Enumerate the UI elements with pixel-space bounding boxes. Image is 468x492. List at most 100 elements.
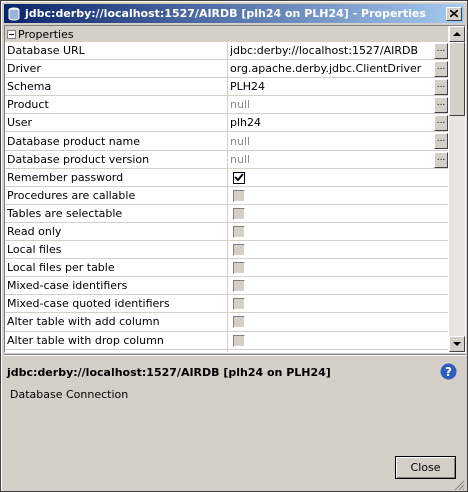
column-divider bbox=[227, 42, 228, 60]
property-name: Mixed-case identifiers bbox=[7, 279, 128, 293]
category-properties[interactable]: Properties bbox=[5, 26, 448, 42]
property-name: Local files per table bbox=[7, 261, 115, 275]
property-row[interactable]: Database URL jdbc:derby://localhost:1527/… bbox=[5, 42, 448, 61]
column-divider bbox=[227, 60, 228, 78]
property-checkbox[interactable] bbox=[233, 207, 245, 220]
column-divider bbox=[227, 78, 228, 96]
separator bbox=[4, 354, 466, 356]
column-divider bbox=[227, 204, 228, 222]
column-divider bbox=[227, 96, 228, 114]
property-row[interactable]: Local files bbox=[5, 241, 448, 260]
property-name: Remember password bbox=[7, 170, 124, 184]
property-row[interactable]: Tables are selectable bbox=[5, 204, 448, 223]
property-name: Read only bbox=[7, 224, 62, 238]
ellipsis-button[interactable]: ... bbox=[434, 115, 448, 132]
ellipsis-button[interactable]: ... bbox=[434, 151, 448, 168]
property-checkbox[interactable] bbox=[233, 316, 245, 329]
title-bar[interactable]: jdbc:derby://localhost:1527/AIRDB [plh24… bbox=[4, 4, 464, 23]
ellipsis-button[interactable]: ... bbox=[434, 43, 448, 59]
category-label: Properties bbox=[18, 27, 74, 41]
property-value[interactable]: jdbc:derby://localhost:1527/AIRDB bbox=[230, 42, 430, 59]
property-value[interactable]: null bbox=[230, 96, 430, 113]
property-name: Database product version bbox=[7, 152, 150, 166]
column-divider bbox=[227, 295, 228, 313]
column-divider bbox=[227, 114, 228, 132]
vertical-scrollbar[interactable] bbox=[449, 26, 465, 352]
column-divider bbox=[227, 331, 228, 349]
property-row[interactable]: Driver org.apache.derby.jdbc.ClientDriver… bbox=[5, 60, 448, 79]
property-value[interactable]: plh24 bbox=[230, 114, 430, 131]
ellipsis-button[interactable]: ... bbox=[434, 79, 448, 96]
column-divider bbox=[227, 241, 228, 259]
property-row[interactable]: Read only bbox=[5, 222, 448, 242]
property-name: Product bbox=[7, 98, 49, 112]
property-sheet: Properties Database URL jdbc:derby://loca… bbox=[4, 25, 466, 353]
collapse-icon[interactable] bbox=[7, 29, 16, 39]
property-name: Mixed-case quoted identifiers bbox=[7, 297, 170, 311]
property-row[interactable]: Database product name null... bbox=[5, 132, 448, 151]
property-value[interactable]: null bbox=[230, 151, 430, 168]
ellipsis-button[interactable]: ... bbox=[434, 61, 448, 78]
column-divider bbox=[227, 313, 228, 331]
checkmark-icon bbox=[234, 173, 244, 181]
property-row[interactable]: Database product version null... bbox=[5, 150, 448, 169]
column-divider bbox=[227, 259, 228, 277]
window-title: jdbc:derby://localhost:1527/AIRDB [plh24… bbox=[25, 7, 426, 20]
column-divider bbox=[227, 222, 228, 241]
property-checkbox[interactable] bbox=[233, 244, 245, 257]
description-title: jdbc:derby://localhost:1527/AIRDB [plh24… bbox=[7, 366, 331, 379]
column-divider bbox=[227, 132, 228, 150]
property-row[interactable]: Product null... bbox=[5, 96, 448, 115]
arrow-down-icon bbox=[453, 342, 461, 346]
window-close-button[interactable] bbox=[446, 6, 462, 21]
property-checkbox[interactable] bbox=[233, 262, 245, 275]
column-divider bbox=[227, 168, 228, 186]
column-divider bbox=[227, 150, 228, 168]
property-row[interactable] bbox=[5, 349, 448, 352]
property-row[interactable]: Local files per table bbox=[5, 259, 448, 278]
property-value[interactable]: PLH24 bbox=[230, 78, 430, 95]
property-name: Tables are selectable bbox=[7, 206, 123, 220]
property-row[interactable]: Mixed-case quoted identifiers bbox=[5, 295, 448, 314]
property-row[interactable]: Alter table with drop column bbox=[5, 331, 448, 350]
property-checkbox[interactable] bbox=[233, 171, 245, 184]
property-row[interactable]: Remember password bbox=[5, 168, 448, 187]
property-checkbox[interactable] bbox=[233, 298, 245, 311]
svg-text:?: ? bbox=[445, 365, 452, 379]
property-name: Procedures are callable bbox=[7, 188, 136, 202]
property-name: Alter table with add column bbox=[7, 315, 160, 329]
property-name bbox=[7, 350, 226, 352]
property-name: Driver bbox=[7, 62, 41, 76]
property-checkbox[interactable] bbox=[233, 189, 245, 202]
property-value[interactable]: org.apache.derby.jdbc.ClientDriver bbox=[230, 60, 430, 77]
property-checkbox[interactable] bbox=[233, 225, 245, 238]
close-icon bbox=[450, 10, 458, 17]
property-name: Schema bbox=[7, 80, 52, 94]
help-icon[interactable]: ? bbox=[440, 363, 457, 380]
resize-grip-icon[interactable] bbox=[453, 479, 465, 491]
column-divider bbox=[227, 186, 228, 204]
property-checkbox[interactable] bbox=[233, 280, 245, 293]
properties-window: jdbc:derby://localhost:1527/AIRDB [plh24… bbox=[0, 0, 468, 492]
scroll-down-button[interactable] bbox=[449, 336, 465, 352]
column-divider bbox=[227, 349, 228, 352]
property-row[interactable]: User plh24... bbox=[5, 114, 448, 133]
property-row[interactable]: Mixed-case identifiers bbox=[5, 277, 448, 296]
description-text: Database Connection bbox=[10, 388, 129, 401]
property-value[interactable]: null bbox=[230, 132, 430, 149]
close-button[interactable]: Close bbox=[395, 456, 456, 479]
column-divider bbox=[227, 277, 228, 295]
property-name: Database product name bbox=[7, 134, 140, 148]
property-row[interactable]: Schema PLH24... bbox=[5, 78, 448, 97]
ellipsis-button[interactable]: ... bbox=[434, 97, 448, 114]
arrow-up-icon bbox=[453, 32, 461, 36]
property-name: Local files bbox=[7, 243, 62, 257]
property-row[interactable]: Alter table with add column bbox=[5, 313, 448, 332]
property-name: Database URL bbox=[7, 44, 85, 58]
ellipsis-button[interactable]: ... bbox=[434, 133, 448, 150]
scroll-up-button[interactable] bbox=[449, 26, 465, 42]
property-row[interactable]: Procedures are callable bbox=[5, 186, 448, 205]
scroll-thumb[interactable] bbox=[449, 42, 465, 116]
property-rows: Database URL jdbc:derby://localhost:1527/… bbox=[5, 42, 448, 352]
property-checkbox[interactable] bbox=[233, 334, 245, 347]
